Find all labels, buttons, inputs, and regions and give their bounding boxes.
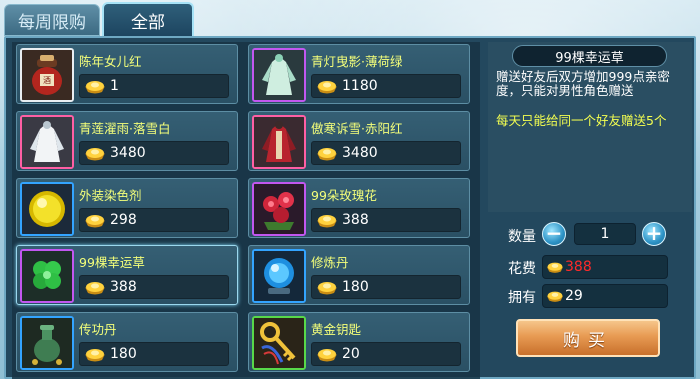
detail-description: 赠送好友后双方增加999点亲密度，只能对男性角色赠送 [496, 69, 670, 98]
detail-note: 每天只能给同一个好友赠送5个 [496, 113, 667, 128]
owned-label: 拥有 [508, 290, 536, 306]
gold-ingot-icon [85, 81, 105, 94]
item-name: 99朵玫瑰花 [311, 188, 377, 203]
owned-value: 29 [565, 288, 583, 304]
crystal-ball-icon [252, 249, 306, 303]
tab-weekly-limit[interactable]: 每周限购 [4, 4, 100, 36]
item-detail-panel: 99棵幸运草 赠送好友后双方增加999点亲密度，只能对男性角色赠送 每天只能给同… [488, 42, 692, 212]
gold-ingot-icon [546, 262, 564, 273]
price-box: 20 [311, 342, 461, 366]
item-price: 388 [110, 279, 137, 295]
item-name: 傲寒诉雪·赤阳红 [311, 121, 403, 136]
dye-orb-icon [20, 182, 74, 236]
svg-text:酒: 酒 [43, 76, 51, 85]
item-card-mint-costume[interactable]: 青灯曳影·薄荷绿 1180 [248, 44, 470, 104]
item-price: 388 [342, 212, 369, 228]
tab-all[interactable]: 全部 [102, 2, 194, 36]
item-price: 1180 [342, 78, 378, 94]
quantity-field[interactable]: 1 [574, 223, 636, 245]
item-name: 99棵幸运草 [79, 255, 145, 270]
cost-value: 388 [565, 259, 592, 275]
item-price: 20 [342, 346, 360, 362]
item-name: 青莲濯雨·落雪白 [79, 121, 171, 136]
wine-jar-icon: 酒 [20, 48, 74, 102]
costume-green-icon [252, 48, 306, 102]
gold-ingot-icon [85, 349, 105, 362]
costume-white-icon [20, 115, 74, 169]
price-box: 1 [79, 74, 229, 98]
gold-ingot-icon [85, 282, 105, 295]
item-name: 青灯曳影·薄荷绿 [311, 54, 403, 69]
item-name: 修炼丹 [311, 255, 349, 270]
gold-ingot-icon [546, 291, 564, 302]
item-card-golden-key[interactable]: 黄金钥匙 20 [248, 312, 470, 372]
item-price: 298 [110, 212, 137, 228]
item-price: 3480 [342, 145, 378, 161]
item-grid[interactable]: 酒 陈年女儿红 1 青灯曳影·薄荷绿 1180 青莲濯雨·落雪白 3480 傲寒… [12, 42, 480, 379]
price-box: 3480 [311, 141, 461, 165]
item-card-cultivation-pill[interactable]: 修炼丹 180 [248, 245, 470, 305]
price-box: 180 [311, 275, 461, 299]
item-price: 1 [110, 78, 119, 94]
item-price: 3480 [110, 145, 146, 161]
item-card-dye[interactable]: 外装染色剂 298 [16, 178, 238, 238]
item-name: 黄金钥匙 [311, 322, 362, 337]
item-name: 传功丹 [79, 322, 117, 337]
cost-box: 388 [542, 255, 668, 279]
item-price: 180 [342, 279, 369, 295]
quantity-label: 数量 [508, 229, 536, 245]
item-card-transfer-pill[interactable]: 传功丹 180 [16, 312, 238, 372]
owned-box: 29 [542, 284, 668, 308]
price-box: 298 [79, 208, 229, 232]
gold-ingot-icon [85, 215, 105, 228]
quantity-decrease-button[interactable]: − [542, 222, 566, 246]
gold-ingot-icon [317, 349, 337, 362]
gold-ingot-icon [317, 215, 337, 228]
detail-title: 99棵幸运草 [512, 45, 667, 67]
clover-icon [20, 249, 74, 303]
price-box: 3480 [79, 141, 229, 165]
price-box: 1180 [311, 74, 461, 98]
golden-key-icon [252, 316, 306, 370]
price-box: 388 [311, 208, 461, 232]
quantity-increase-button[interactable]: + [642, 222, 666, 246]
item-name: 陈年女儿红 [79, 54, 142, 69]
price-box: 180 [79, 342, 229, 366]
item-card-roses[interactable]: 99朵玫瑰花 388 [248, 178, 470, 238]
price-box: 388 [79, 275, 229, 299]
item-card-wine[interactable]: 酒 陈年女儿红 1 [16, 44, 238, 104]
item-card-white-costume[interactable]: 青莲濯雨·落雪白 3480 [16, 111, 238, 171]
costume-red-icon [252, 115, 306, 169]
gold-ingot-icon [317, 81, 337, 94]
gold-ingot-icon [317, 148, 337, 161]
gold-ingot-icon [317, 282, 337, 295]
item-price: 180 [110, 346, 137, 362]
roses-icon [252, 182, 306, 236]
buy-button[interactable]: 购买 [516, 319, 660, 357]
item-card-clover[interactable]: 99棵幸运草 388 [16, 245, 238, 305]
green-vase-icon [20, 316, 74, 370]
item-card-red-costume[interactable]: 傲寒诉雪·赤阳红 3480 [248, 111, 470, 171]
cost-label: 花费 [508, 261, 536, 277]
gold-ingot-icon [85, 148, 105, 161]
item-name: 外装染色剂 [79, 188, 142, 203]
